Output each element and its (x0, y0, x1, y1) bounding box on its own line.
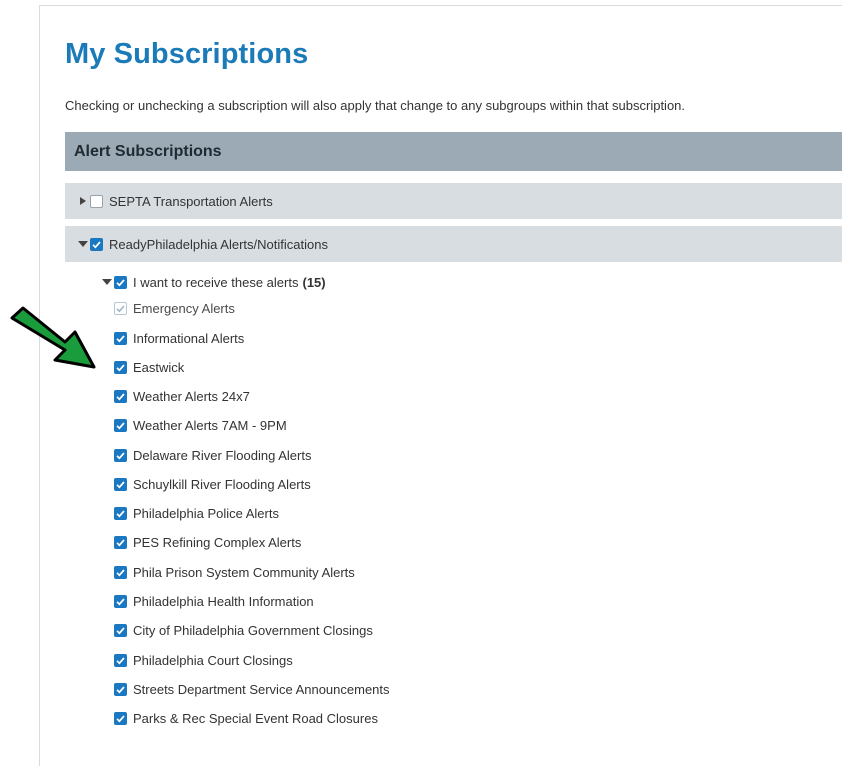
item-checkbox[interactable] (114, 565, 127, 579)
list-item-emergency-alerts: Emergency Alerts (114, 298, 235, 318)
item-label: Weather Alerts 7AM - 9PM (133, 417, 287, 433)
item-checkbox[interactable] (114, 360, 127, 374)
item-checkbox[interactable] (114, 418, 127, 432)
item-checkbox-disabled (114, 301, 127, 315)
checkmark-icon (116, 568, 125, 576)
checkmark-icon (116, 597, 125, 605)
item-label: Parks & Rec Special Event Road Closures (133, 710, 378, 726)
green-arrow-icon (10, 306, 96, 369)
list-item[interactable]: Philadelphia Police Alerts (114, 503, 279, 523)
item-checkbox[interactable] (114, 506, 127, 520)
item-label: Delaware River Flooding Alerts (133, 447, 312, 463)
group-checkbox-readyphiladelphia[interactable] (90, 237, 103, 251)
list-item[interactable]: Eastwick (114, 357, 184, 377)
list-item[interactable]: PES Refining Complex Alerts (114, 532, 301, 552)
item-checkbox[interactable] (114, 594, 127, 608)
list-item[interactable]: Weather Alerts 24x7 (114, 386, 250, 406)
page-description: Checking or unchecking a subscription wi… (65, 98, 686, 113)
item-checkbox[interactable] (114, 653, 127, 667)
subgroup-count: (15) (302, 274, 326, 290)
checkmark-icon (116, 480, 125, 488)
checkmark-icon (116, 685, 125, 693)
group-label: SEPTA Transportation Alerts (109, 193, 273, 209)
group-row-septa[interactable]: SEPTA Transportation Alerts (65, 183, 842, 219)
checkmark-icon (116, 714, 125, 722)
subgroup-label: I want to receive these alerts (133, 274, 299, 290)
item-label: Philadelphia Police Alerts (133, 505, 279, 521)
page-title: My Subscriptions (65, 38, 309, 70)
item-label: City of Philadelphia Government Closings (133, 622, 373, 638)
item-label: Schuylkill River Flooding Alerts (133, 476, 311, 492)
item-checkbox[interactable] (114, 623, 127, 637)
subgroup-row[interactable]: I want to receive these alerts (15) (101, 272, 326, 292)
item-checkbox[interactable] (114, 389, 127, 403)
item-label: Streets Department Service Announcements (133, 681, 390, 697)
caret-down-icon[interactable] (101, 276, 113, 288)
checkmark-icon (116, 451, 125, 459)
checkmark-icon (116, 392, 125, 400)
section-title: Alert Subscriptions (74, 142, 222, 160)
item-checkbox[interactable] (114, 711, 127, 725)
item-label: Philadelphia Court Closings (133, 652, 293, 668)
list-item[interactable]: Schuylkill River Flooding Alerts (114, 474, 311, 494)
subgroup-checkbox[interactable] (114, 275, 127, 289)
list-item[interactable]: Weather Alerts 7AM - 9PM (114, 415, 287, 435)
group-label: ReadyPhiladelphia Alerts/Notifications (109, 236, 328, 252)
item-label: Emergency Alerts (133, 300, 235, 316)
group-row-readyphiladelphia[interactable]: ReadyPhiladelphia Alerts/Notifications (65, 226, 842, 262)
item-checkbox[interactable] (114, 682, 127, 696)
caret-right-icon[interactable] (77, 195, 89, 207)
checkmark-icon (116, 304, 125, 312)
list-item[interactable]: Streets Department Service Announcements (114, 679, 390, 699)
list-item[interactable]: Delaware River Flooding Alerts (114, 445, 311, 465)
checkmark-icon (116, 656, 125, 664)
item-checkbox[interactable] (114, 331, 127, 345)
checkmark-icon (116, 278, 125, 286)
item-label: Weather Alerts 24x7 (133, 388, 250, 404)
list-item[interactable]: Parks & Rec Special Event Road Closures (114, 708, 378, 728)
caret-down-icon[interactable] (77, 238, 89, 250)
group-checkbox-septa[interactable] (90, 194, 103, 208)
checkmark-icon (116, 509, 125, 517)
list-item[interactable]: Informational Alerts (114, 328, 244, 348)
checkmark-icon (92, 240, 101, 248)
item-checkbox[interactable] (114, 535, 127, 549)
item-label: Philadelphia Health Information (133, 593, 314, 609)
list-item[interactable]: Phila Prison System Community Alerts (114, 562, 355, 582)
list-item[interactable]: Philadelphia Court Closings (114, 650, 293, 670)
checkmark-icon (116, 538, 125, 546)
item-checkbox[interactable] (114, 477, 127, 491)
checkmark-icon (116, 334, 125, 342)
checkmark-icon (116, 421, 125, 429)
section-header-alert-subscriptions: Alert Subscriptions (65, 132, 842, 171)
item-label: PES Refining Complex Alerts (133, 534, 302, 550)
item-label: Eastwick (133, 359, 185, 375)
item-label: Phila Prison System Community Alerts (133, 564, 355, 580)
list-item[interactable]: Philadelphia Health Information (114, 591, 314, 611)
list-item[interactable]: City of Philadelphia Government Closings (114, 620, 373, 640)
item-checkbox[interactable] (114, 448, 127, 462)
item-label: Informational Alerts (133, 330, 245, 346)
checkmark-icon (116, 363, 125, 371)
checkmark-icon (116, 626, 125, 634)
